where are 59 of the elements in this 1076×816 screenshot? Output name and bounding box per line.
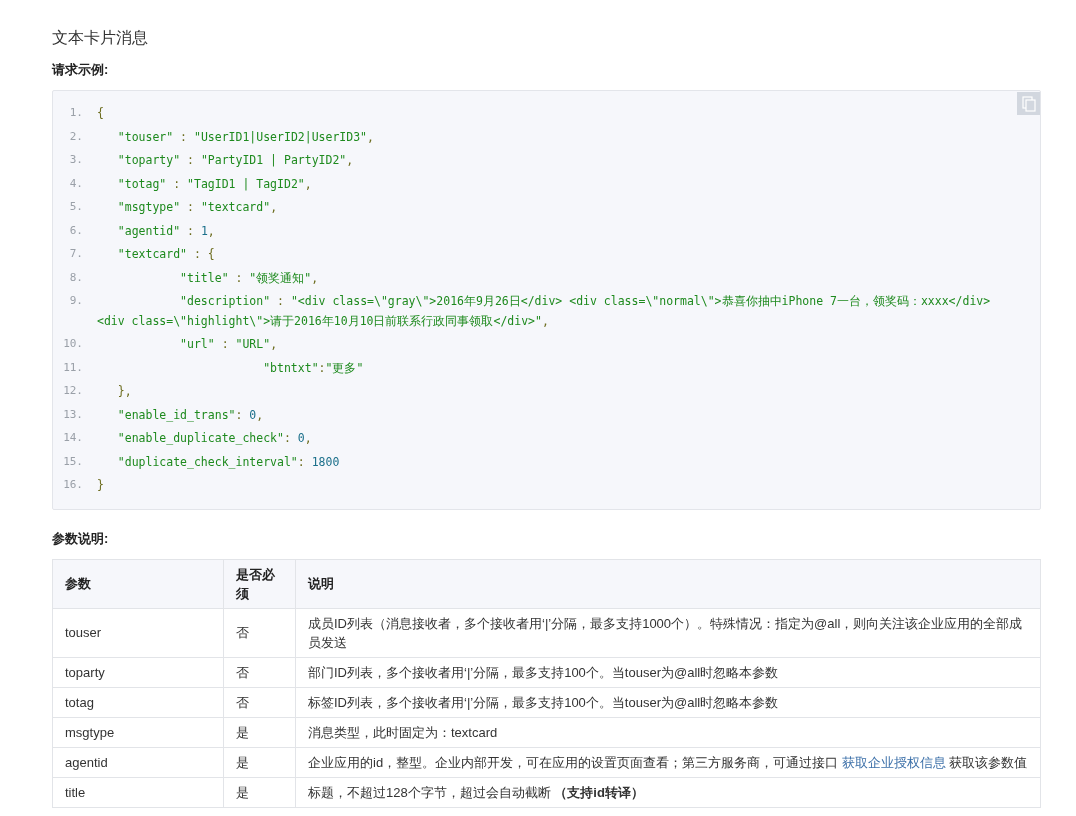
required-cell: 否 xyxy=(223,608,296,657)
description-cell: 标题，不超过128个字节，超过会自动截断 （支持id转译） xyxy=(295,777,1041,807)
code-line: "totag" : "TagID1 | TagID2", xyxy=(116,175,313,193)
code-line: { xyxy=(97,105,105,122)
code-line: "title" : "领奖通知", xyxy=(179,269,320,287)
code-line: "textcard" : { xyxy=(116,246,216,263)
description-cell: 消息类型，此时固定为：textcard xyxy=(295,717,1041,747)
description-cell: 成员ID列表（消息接收者，多个接收者用‘|’分隔，最多支持1000个）。特殊情况：指定为@all，则向关注该企业应用的全部成员发送 xyxy=(295,608,1041,657)
param-name-cell: agentid xyxy=(52,747,224,777)
column-header: 参数 xyxy=(52,559,224,608)
line-number: 14. xyxy=(62,430,84,446)
line-number: 9. xyxy=(68,293,84,309)
line-number: 16. xyxy=(62,477,84,493)
code-line: "btntxt":"更多" xyxy=(262,359,365,377)
column-header: 说明 xyxy=(295,559,1041,608)
line-number: 10. xyxy=(62,336,84,352)
description-cell: 企业应用的id，整型。企业内部开发，可在应用的设置页面查看；第三方服务商，可通过接口 获取企业授权信息 获取该参数值 xyxy=(295,747,1041,777)
code-line: "description" : "<div class=\"gray\">2016年9月26日</div> <div class=\"normal\">恭喜你抽中iPhone 7一台，领奖码：xxxx</div> <div class=\"highlight\">请于2016年10月10日前联系行政同事领取</div>", xyxy=(97,293,992,330)
description-cell: 标签ID列表，多个接收者用‘|’分隔，最多支持100个。当touser为@all时忽略本参数 xyxy=(295,687,1041,717)
line-number: 3. xyxy=(68,152,84,168)
required-cell: 否 xyxy=(223,657,296,687)
column-header: 是否必须 xyxy=(223,559,296,608)
request-example-heading: 请求示例: xyxy=(52,61,110,79)
line-number: 1. xyxy=(68,105,84,121)
code-line: "enable_id_trans": 0, xyxy=(116,406,265,424)
line-number: 5. xyxy=(68,199,84,215)
line-number: 15. xyxy=(62,453,84,470)
parameters-heading: 参数说明: xyxy=(52,529,110,548)
code-line: }, xyxy=(116,383,133,400)
code-line: "url" : "URL", xyxy=(179,336,279,353)
required-cell: 是 xyxy=(223,777,296,807)
param-name-cell: touser xyxy=(52,608,224,657)
param-name-cell: msgtype xyxy=(52,717,224,747)
line-number: 12. xyxy=(62,383,84,399)
param-name-cell: totag xyxy=(52,687,224,717)
param-name-cell: title xyxy=(52,777,224,807)
line-number: 4. xyxy=(68,175,84,192)
section-title: 文本卡片消息 xyxy=(52,28,149,48)
auth-info-link[interactable]: 获取企业授权信息 xyxy=(841,754,946,770)
param-name-cell: toparty xyxy=(52,657,224,687)
code-line: } xyxy=(97,477,105,494)
copy-icon xyxy=(1021,95,1036,112)
line-number: 2. xyxy=(68,128,84,145)
required-cell: 是 xyxy=(223,717,296,747)
line-number: 6. xyxy=(68,222,84,239)
line-number: 11. xyxy=(62,359,84,376)
required-cell: 否 xyxy=(223,687,296,717)
line-number: 13. xyxy=(62,406,84,423)
line-number: 7. xyxy=(68,246,84,262)
code-line: "enable_duplicate_check": 0, xyxy=(116,430,313,447)
description-cell: 部门ID列表，多个接收者用‘|’分隔，最多支持100个。当touser为@all时忽略本参数 xyxy=(295,657,1041,687)
line-number: 8. xyxy=(68,269,84,286)
code-line: "agentid" : 1, xyxy=(116,222,216,240)
copy-button[interactable] xyxy=(1017,92,1040,115)
code-line: "touser" : "UserID1|UserID2|UserID3", xyxy=(116,128,375,146)
code-line: "toparty" : "PartyID1 | PartyID2", xyxy=(116,152,355,169)
required-cell: 是 xyxy=(223,747,296,777)
code-line: "duplicate_check_interval": 1800 xyxy=(116,453,341,471)
code-line: "msgtype" : "textcard", xyxy=(116,199,279,216)
